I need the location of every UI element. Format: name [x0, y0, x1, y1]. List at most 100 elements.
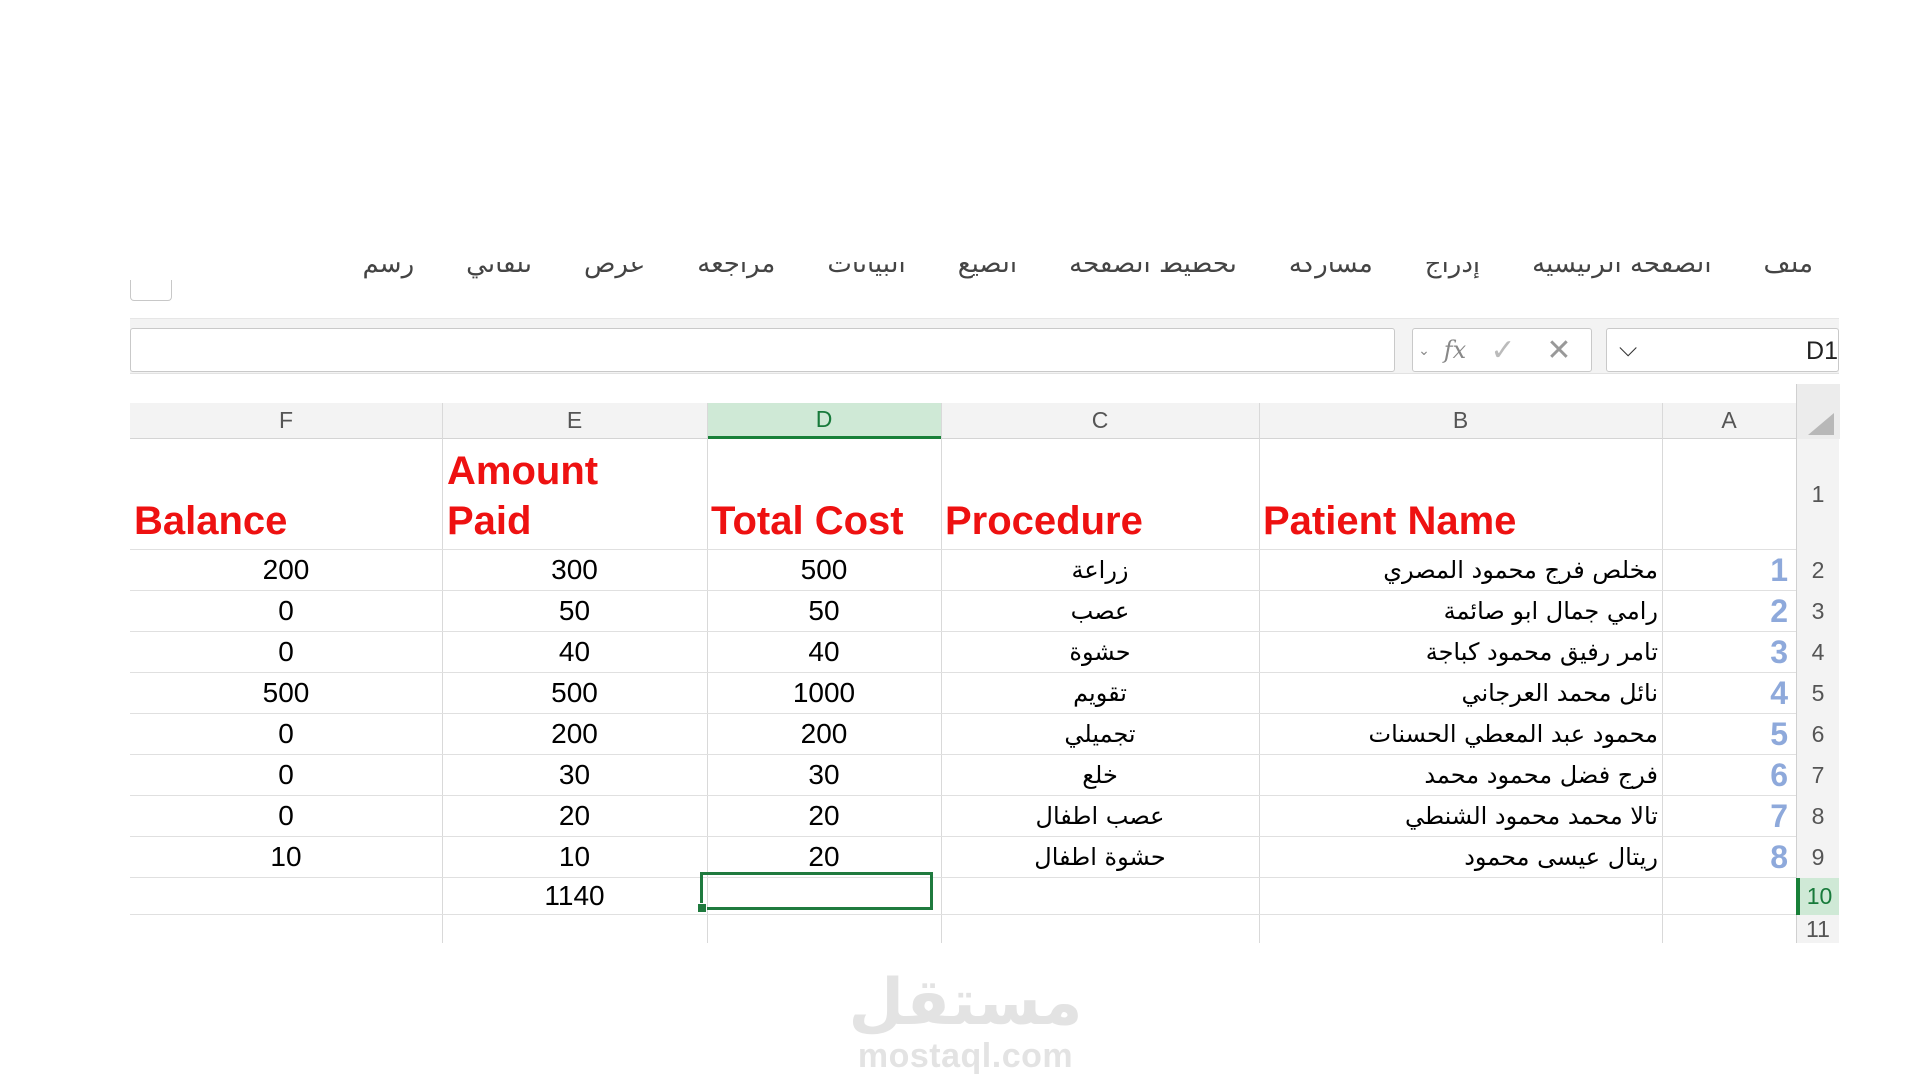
formula-buttons: ⌄ fx ✓ ✕: [1412, 328, 1592, 372]
ribbon-tab[interactable]: إدراج: [1399, 262, 1506, 279]
row-header-7[interactable]: 7: [1796, 755, 1839, 796]
row-index-cell[interactable]: 4: [1662, 673, 1792, 713]
procedure-cell[interactable]: تقويم: [941, 673, 1259, 713]
row-index-cell[interactable]: 6: [1662, 755, 1792, 795]
chevron-down-icon[interactable]: ⌵: [1619, 335, 1637, 363]
procedure-cell[interactable]: زراعة: [941, 550, 1259, 590]
header-amount-paid-line2[interactable]: Paid: [447, 495, 705, 545]
amount-paid-cell[interactable]: 10: [442, 837, 707, 877]
balance-cell[interactable]: 500: [130, 673, 442, 713]
total-cost-cell[interactable]: 30: [707, 755, 941, 795]
active-cell-d10[interactable]: [697, 872, 933, 913]
row-header-8[interactable]: 8: [1796, 796, 1839, 837]
ribbon-tab[interactable]: ملف: [1738, 262, 1839, 279]
patient-name-cell[interactable]: تامر رفيق محمود كباجة: [1263, 632, 1658, 672]
ribbon-tab[interactable]: عرض: [558, 262, 671, 279]
procedure-cell[interactable]: حشوة: [941, 632, 1259, 672]
column-header-b[interactable]: B: [1259, 403, 1662, 439]
total-cost-cell[interactable]: 1000: [707, 673, 941, 713]
row-index-cell[interactable]: 5: [1662, 714, 1792, 754]
balance-cell[interactable]: 0: [130, 796, 442, 836]
ribbon-tabs: ملف الصفحة الرئيسية إدراج مشاركة تخطيط الصفح…: [130, 262, 1839, 288]
amount-paid-cell[interactable]: 500: [442, 673, 707, 713]
row-index-cell[interactable]: 2: [1662, 591, 1792, 631]
patient-name-cell[interactable]: نائل محمد العرجاني: [1263, 673, 1658, 713]
select-all-corner[interactable]: [1796, 384, 1840, 439]
fill-handle[interactable]: [697, 903, 707, 913]
ribbon-tab[interactable]: الصيغ: [932, 262, 1043, 279]
row-header-1[interactable]: 1: [1796, 439, 1839, 550]
header-balance[interactable]: Balance: [134, 439, 438, 545]
header-total-cost[interactable]: Total Cost: [711, 439, 943, 545]
patient-name-cell[interactable]: رامي جمال ابو صائمة: [1263, 591, 1658, 631]
column-header-d[interactable]: D: [707, 403, 941, 439]
patient-name-cell[interactable]: تالا محمد محمود الشنطي: [1263, 796, 1658, 836]
amount-paid-cell[interactable]: 30: [442, 755, 707, 795]
procedure-cell[interactable]: خلع: [941, 755, 1259, 795]
amount-paid-cell[interactable]: 40: [442, 632, 707, 672]
row-index-cell[interactable]: 1: [1662, 550, 1792, 590]
row-header-10[interactable]: 10: [1796, 878, 1839, 915]
column-header-e[interactable]: E: [442, 403, 707, 439]
amount-paid-cell[interactable]: 50: [442, 591, 707, 631]
row-index-cell[interactable]: 3: [1662, 632, 1792, 672]
check-icon[interactable]: ✓: [1475, 333, 1531, 368]
balance-cell[interactable]: 0: [130, 591, 442, 631]
procedure-cell[interactable]: عصب: [941, 591, 1259, 631]
row-header-3[interactable]: 3: [1796, 591, 1839, 632]
ribbon-tab[interactable]: مشاركة: [1263, 262, 1399, 279]
grid-divider: [1259, 403, 1260, 943]
row-header-6[interactable]: 6: [1796, 714, 1839, 755]
close-icon[interactable]: ✕: [1531, 333, 1587, 368]
watermark-logo: مستقل: [848, 966, 1083, 1040]
row-header-4[interactable]: 4: [1796, 632, 1839, 673]
row-header-5[interactable]: 5: [1796, 673, 1839, 714]
total-cost-cell[interactable]: 50: [707, 591, 941, 631]
amount-paid-cell[interactable]: 20: [442, 796, 707, 836]
total-cost-cell[interactable]: 40: [707, 632, 941, 672]
balance-cell[interactable]: 200: [130, 550, 442, 590]
header-patient-name[interactable]: Patient Name: [1263, 439, 1658, 545]
total-cost-cell[interactable]: 500: [707, 550, 941, 590]
patient-name-cell[interactable]: محمود عبد المعطي الحسنات: [1263, 714, 1658, 754]
watermark-url: mostaql.com: [857, 1037, 1074, 1075]
patient-name-cell[interactable]: مخلص فرج محمود المصري: [1263, 550, 1658, 590]
column-header-c[interactable]: C: [941, 403, 1259, 439]
header-procedure[interactable]: Procedure: [945, 439, 1255, 545]
amount-paid-cell[interactable]: 200: [442, 714, 707, 754]
name-box[interactable]: ⌵ D1: [1606, 328, 1839, 372]
ribbon-tab[interactable]: البيانات: [801, 262, 931, 279]
fx-icon[interactable]: fx: [1435, 336, 1475, 364]
balance-cell[interactable]: 0: [130, 714, 442, 754]
ribbon-tab[interactable]: مراجعة: [671, 262, 801, 279]
ribbon-tab[interactable]: رسم: [337, 262, 441, 279]
ribbon-tab[interactable]: الصفحة الرئيسية: [1506, 262, 1737, 279]
column-header-f[interactable]: F: [130, 403, 442, 439]
procedure-cell[interactable]: تجميلي: [941, 714, 1259, 754]
total-paid-cell[interactable]: 1140: [442, 878, 707, 914]
balance-cell[interactable]: 10: [130, 837, 442, 877]
procedure-cell[interactable]: حشوة اطفال: [941, 837, 1259, 877]
ribbon-tab[interactable]: تلقائي: [440, 262, 558, 279]
total-cost-cell[interactable]: 20: [707, 796, 941, 836]
row-index-cell[interactable]: 7: [1662, 796, 1792, 836]
balance-cell[interactable]: 0: [130, 755, 442, 795]
formula-input[interactable]: [130, 328, 1395, 372]
ribbon-tab[interactable]: تخطيط الصفحة: [1043, 262, 1263, 279]
row-header-11[interactable]: 11: [1796, 915, 1839, 943]
amount-paid-cell[interactable]: 300: [442, 550, 707, 590]
row-index-cell[interactable]: 8: [1662, 837, 1792, 877]
total-cost-cell[interactable]: 200: [707, 714, 941, 754]
chevron-down-icon[interactable]: ⌄: [1413, 342, 1435, 359]
row-header-2[interactable]: 2: [1796, 550, 1839, 591]
column-header-a[interactable]: A: [1662, 403, 1796, 439]
balance-cell[interactable]: 0: [130, 632, 442, 672]
procedure-cell[interactable]: عصب اطفال: [941, 796, 1259, 836]
row-header-9[interactable]: 9: [1796, 837, 1839, 878]
patient-name-cell[interactable]: ريتال عيسى محمود: [1263, 837, 1658, 877]
ribbon-tab-strip: ملف الصفحة الرئيسية إدراج مشاركة تخطيط الصفح…: [130, 262, 1839, 284]
patient-name-cell[interactable]: فرج فضل محمود محمد: [1263, 755, 1658, 795]
header-amount-paid-line1[interactable]: Amount: [447, 445, 705, 495]
total-cost-cell[interactable]: 20: [707, 837, 941, 877]
ribbon-collapse-button[interactable]: [130, 280, 172, 301]
